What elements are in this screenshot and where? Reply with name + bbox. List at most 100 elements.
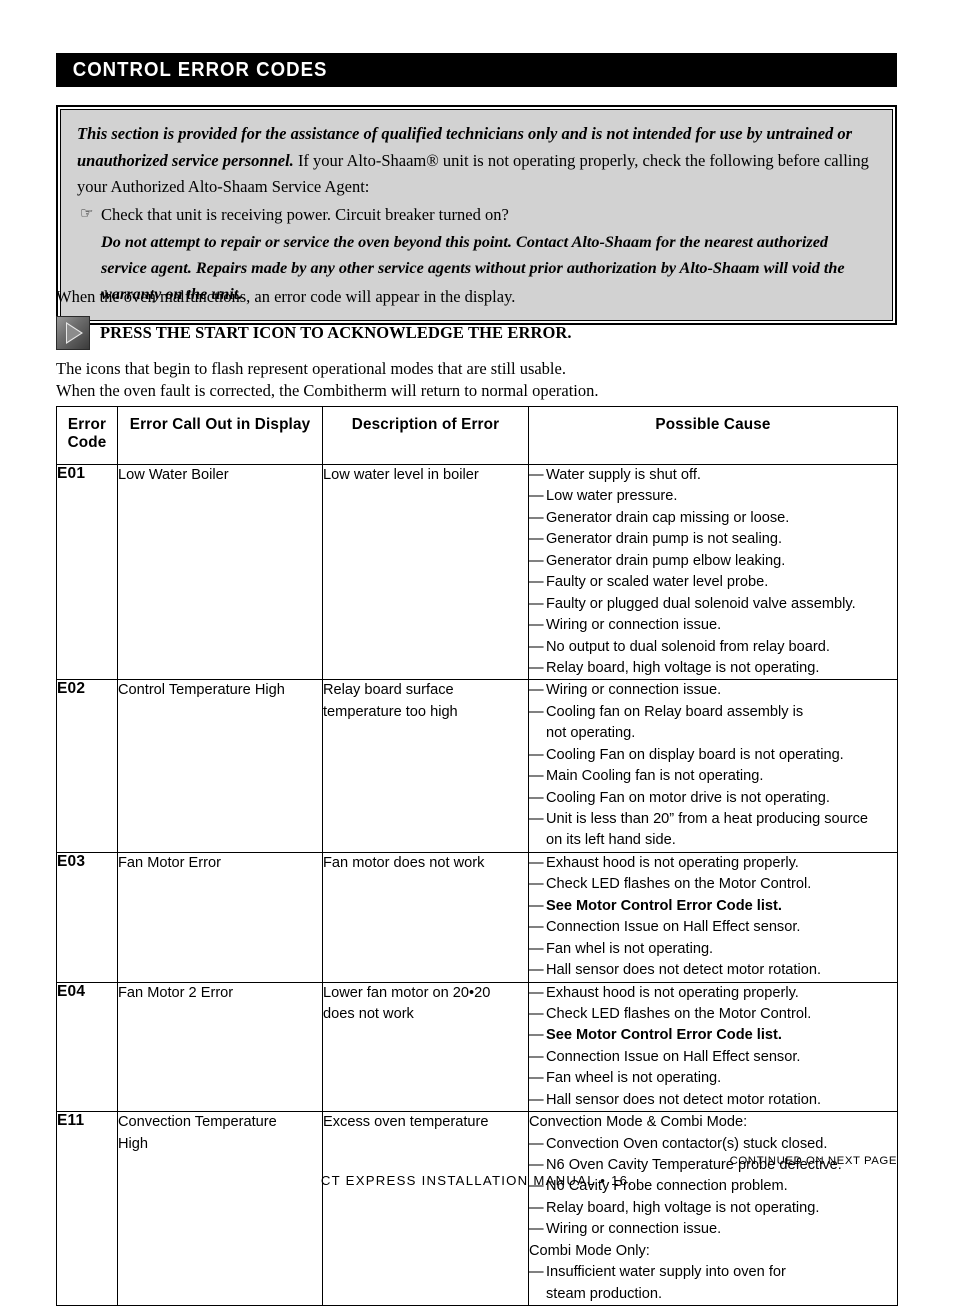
cause-item: — Wiring or connection issue. <box>529 680 897 701</box>
cause-item: — Unit is less than 20” from a heat produ… <box>529 809 897 830</box>
cause-text: Relay board, high voltage is not operati… <box>546 1199 820 1216</box>
cell-error-code: E01 <box>56 463 118 681</box>
cause-dash: — <box>529 940 544 957</box>
cell-call-out: Convection Temperature High <box>117 1111 323 1306</box>
cause-item: — Low water pressure. <box>529 486 897 507</box>
cause-text: Generator drain pump is not sealing. <box>546 531 783 548</box>
cause-text: Cooling Fan on motor drive is not operat… <box>546 789 830 806</box>
cell-possible-cause: — Wiring or connection issue. — Cooling fan… <box>528 679 898 853</box>
cause-text: Generator drain pump elbow leaking. <box>546 552 786 569</box>
cause-text-continuation: not operating. <box>546 725 636 742</box>
cause-dash: — <box>529 682 544 699</box>
cause-text: Faulty or scaled water level probe. <box>546 574 769 591</box>
cause-dash: — <box>529 768 544 785</box>
cause-text: Water supply is shut off. <box>546 467 701 483</box>
cause-item: — No output to dual solenoid from relay b… <box>529 637 897 658</box>
cause-text: Low water pressure. <box>546 488 678 505</box>
cause-text: Hall sensor does not detect motor rotati… <box>546 1091 821 1108</box>
cell-description: Low water level in boiler <box>322 463 529 681</box>
cause-dash: — <box>529 552 544 569</box>
cause-text: Insufficient water supply into oven for <box>546 1264 786 1281</box>
cause-dash: — <box>529 789 544 806</box>
cause-text: Hall sensor does not detect motor rotati… <box>546 962 821 979</box>
cause-text: No output to dual solenoid from relay bo… <box>546 638 830 655</box>
cell-possible-cause: Convection Mode & Combi Mode: — Convection… <box>528 1111 898 1306</box>
cause-item: — Water supply is shut off. <box>529 465 897 486</box>
cause-text: See Motor Control Error Code list. <box>546 897 782 914</box>
cause-text: Fan wheel is not operating. <box>546 1070 722 1087</box>
cause-dash: — <box>529 854 544 871</box>
cause-text: Connection Issue on Hall Effect sensor. <box>546 1048 801 1065</box>
cause-text-continuation: on its left hand side. <box>546 832 676 849</box>
column-header-description: Description of Error <box>322 406 529 465</box>
cell-description: Excess oven temperature <box>322 1111 529 1306</box>
table-row: E04 Fan Motor 2 Error Lower fan motor on 2… <box>56 981 898 1113</box>
cause-dash: — <box>529 574 544 591</box>
cause-item: — Generator drain pump elbow leaking. <box>529 551 897 572</box>
cause-dash: — <box>529 876 544 893</box>
cause-item: — Cooling Fan on display board is not ope… <box>529 745 897 766</box>
cause-dash: — <box>529 984 544 1001</box>
closing-text-line-1: The icons that begin to flash represent … <box>56 359 566 378</box>
cause-text: Check LED flashes on the Motor Control. <box>546 876 812 893</box>
cell-possible-cause: — Exhaust hood is not operating properly.… <box>528 981 898 1113</box>
closing-text: The icons that begin to flash represent … <box>56 358 599 403</box>
cause-item: — Faulty or plugged dual solenoid valve a… <box>529 594 897 615</box>
cause-text: Generator drain cap missing or loose. <box>546 509 790 526</box>
press-start-row: PRESS THE START ICON TO ACKNOWLEDGE THE … <box>56 316 572 350</box>
cause-item: — See Motor Control Error Code list. <box>529 896 897 917</box>
cause-item: — Check LED flashes on the Motor Control. <box>529 1004 897 1025</box>
cell-line: does not work <box>323 1005 414 1022</box>
cell-description: Relay board surface temperature too high <box>322 679 529 853</box>
cause-text: Wiring or connection issue. <box>546 682 722 699</box>
column-header-error-code-line1: Error <box>67 416 107 433</box>
notice-bullet-text: Check that unit is receiving power. Circ… <box>101 205 509 225</box>
cause-text: Relay board, high voltage is not operati… <box>546 659 820 676</box>
cause-dash: — <box>529 703 544 720</box>
cause-text: Connection Issue on Hall Effect sensor. <box>546 919 801 936</box>
cell-line: temperature too high <box>323 703 458 720</box>
cause-dash: — <box>529 488 544 505</box>
cell-call-out: Low Water Boiler <box>117 463 323 681</box>
cause-text: Main Cooling fan is not operating. <box>546 768 764 785</box>
continued-note: CONTINUED ON NEXT PAGE <box>729 1155 897 1167</box>
cell-line: Lower fan motor on 20•20 <box>323 984 491 1001</box>
column-header-error-code-line2: Code <box>67 434 107 452</box>
table-row: E02 Control Temperature High Relay board s… <box>56 679 898 853</box>
cause-item: — Cooling Fan on motor drive is not opera… <box>529 788 897 809</box>
cause-dash: — <box>529 1221 544 1238</box>
cell-error-code: E03 <box>56 851 118 983</box>
pointing-hand-bullet-icon: ☞ <box>80 206 94 223</box>
cause-item: — Insufficient water supply into oven for <box>529 1262 897 1283</box>
column-header-error-code: Error Code <box>56 406 118 465</box>
column-header-call-out: Error Call Out in Display <box>117 406 323 465</box>
cause-dash: — <box>529 1135 544 1152</box>
cause-item: — Exhaust hood is not operating properly. <box>529 853 897 874</box>
cause-item: — Relay board, high voltage is not operat… <box>529 1198 897 1219</box>
error-code-table: Error Code Error Call Out in Display Des… <box>56 406 898 1306</box>
cause-text: Wiring or connection issue. <box>546 617 722 634</box>
start-play-icon-inner-triangle <box>67 324 81 342</box>
page-title: CONTROL ERROR CODES <box>72 58 328 81</box>
cause-text: Check LED flashes on the Motor Control. <box>546 1005 812 1022</box>
cause-item: — Relay board, high voltage is not operat… <box>529 658 897 679</box>
cause-dash: — <box>529 659 544 676</box>
cause-dash: — <box>529 617 544 634</box>
cause-dash: — <box>529 1091 544 1108</box>
cause-dash: — <box>529 595 544 612</box>
closing-text-line-2: When the oven fault is corrected, the Co… <box>56 381 599 401</box>
cell-call-out: Fan Motor 2 Error <box>117 981 323 1113</box>
cause-dash: — <box>529 638 544 655</box>
cause-item: — Fan whel is not operating. <box>529 939 897 960</box>
cell-error-code: E04 <box>56 981 118 1113</box>
cause-item: — Connection Issue on Hall Effect sensor. <box>529 1047 897 1068</box>
cause-item: — Connection Issue on Hall Effect sensor. <box>529 917 897 938</box>
cause-text: Unit is less than 20” from a heat produc… <box>546 811 869 827</box>
cell-description: Lower fan motor on 20•20 does not work <box>322 981 529 1113</box>
cause-dash: — <box>529 509 544 526</box>
cause-item: — Generator drain cap missing or loose. <box>529 508 897 529</box>
cell-line: Convection Temperature <box>118 1114 277 1131</box>
cause-item: — Wiring or connection issue. <box>529 615 897 636</box>
cause-item: — See Motor Control Error Code list. <box>529 1025 897 1046</box>
intro-text: When the oven malfunctions, an error cod… <box>56 287 516 306</box>
